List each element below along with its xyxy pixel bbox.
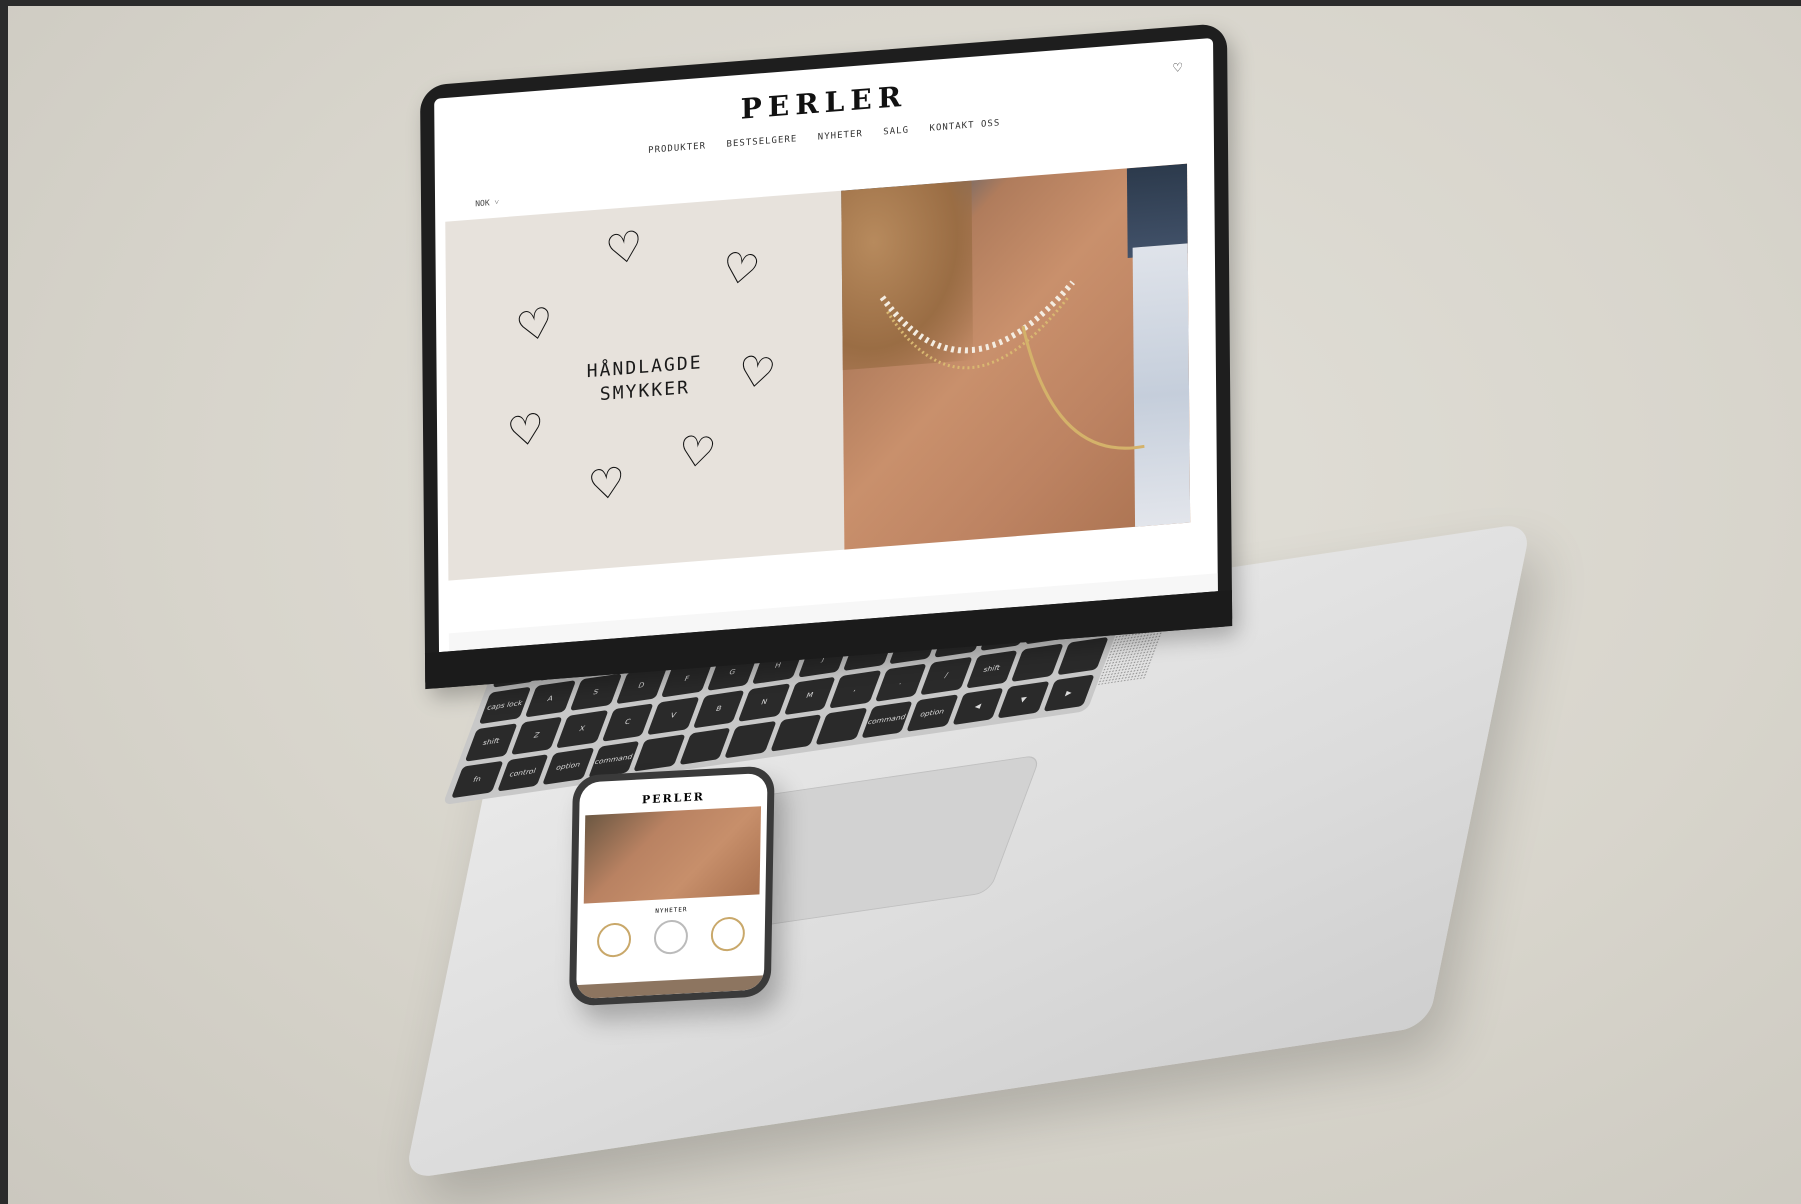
keyboard-key: V — [646, 696, 700, 735]
keyboard-key: A — [524, 679, 577, 718]
nav-item-salg[interactable]: SALG — [883, 126, 909, 138]
heart-icon: ♡ — [717, 242, 764, 296]
phone-hero-photo[interactable] — [583, 806, 762, 904]
nav-item-produkter[interactable]: PRODUKTER — [648, 141, 706, 156]
keyboard-key: Z — [510, 716, 563, 755]
keyboard-key — [1011, 643, 1064, 682]
keyboard-key: , — [829, 670, 882, 709]
keyboard-key — [1056, 636, 1109, 675]
keyboard-key — [678, 727, 731, 766]
product-thumbnail[interactable] — [596, 922, 631, 959]
product-thumbnail[interactable] — [653, 919, 689, 956]
keyboard-key: shift — [965, 650, 1018, 689]
heart-icon: ♡ — [586, 456, 628, 511]
keyboard-key: ◀ — [951, 687, 1004, 726]
keyboard-key: / — [920, 656, 973, 695]
keyboard-key: fn — [451, 760, 504, 799]
keyboard-key: X — [555, 709, 609, 748]
keyboard-key: caps lock — [478, 686, 531, 725]
keyboard-key: M — [783, 676, 836, 715]
keyboard-key: command — [860, 700, 913, 739]
keyboard-key — [633, 733, 686, 772]
heart-icon[interactable]: ♡ — [1172, 60, 1183, 75]
keyboard-key: ▶ — [1042, 673, 1095, 712]
laptop-display: PERLER ♡ PRODUKTER BESTSELGERE NYHETER S… — [420, 22, 1233, 690]
currency-label: NOK — [475, 198, 490, 209]
nav-item-nyheter[interactable]: NYHETER — [818, 129, 863, 142]
phone-product-list — [577, 915, 765, 959]
website-viewport: PERLER ♡ PRODUKTER BESTSELGERE NYHETER S… — [434, 37, 1218, 653]
phone-next-section — [576, 975, 765, 1000]
chevron-down-icon: ˅ — [489, 197, 500, 208]
heart-icon: ♡ — [602, 220, 648, 277]
smartphone: PERLER NYHETER — [568, 765, 775, 1007]
hero-title: HÅNDLAGDE SMYKKER — [447, 340, 843, 419]
keyboard-key: C — [601, 703, 654, 742]
keyboard-key — [769, 713, 822, 752]
keyboard-key: S — [569, 672, 622, 711]
nav-item-kontakt-oss[interactable]: KONTAKT OSS — [929, 118, 1000, 134]
keyboard-key — [815, 707, 868, 746]
heart-icon: ♡ — [512, 296, 559, 354]
keyboard-key: shift — [464, 723, 518, 762]
site-header: PERLER ♡ PRODUKTER BESTSELGERE NYHETER S… — [434, 38, 1214, 185]
keyboard-key: control — [496, 753, 549, 792]
keyboard-key: option — [906, 693, 959, 732]
product-thumbnail[interactable] — [710, 916, 746, 953]
nav-item-bestselgere[interactable]: BESTSELGERE — [726, 134, 797, 150]
keyboard-key: N — [737, 683, 791, 722]
keyboard-key: B — [692, 690, 745, 728]
phone-body: PERLER NYHETER — [568, 765, 775, 1007]
necklace-illustration — [879, 280, 1145, 450]
hero-section: ♡ ♡ ♡ ♡ ♡ ♡ ♡ HÅNDLAGDE SMYKKER — [445, 163, 1191, 581]
phone-screen: PERLER NYHETER — [576, 772, 768, 1000]
currency-selector[interactable]: NOK ˅ — [475, 198, 499, 209]
phone-site-logo[interactable]: PERLER — [579, 787, 767, 810]
hero-photo-necklace[interactable] — [841, 163, 1191, 550]
keyboard-key: . — [874, 663, 927, 702]
heart-icon: ♡ — [675, 426, 719, 478]
hero-graphic-panel: ♡ ♡ ♡ ♡ ♡ ♡ ♡ HÅNDLAGDE SMYKKER — [445, 190, 845, 581]
keyboard-key: ▼ — [997, 680, 1050, 719]
mockup-scene: escF1F2F3F4F5F6F7F8F9F10F11F12~123456789… — [8, 6, 1801, 1204]
keyboard-key — [724, 720, 777, 759]
